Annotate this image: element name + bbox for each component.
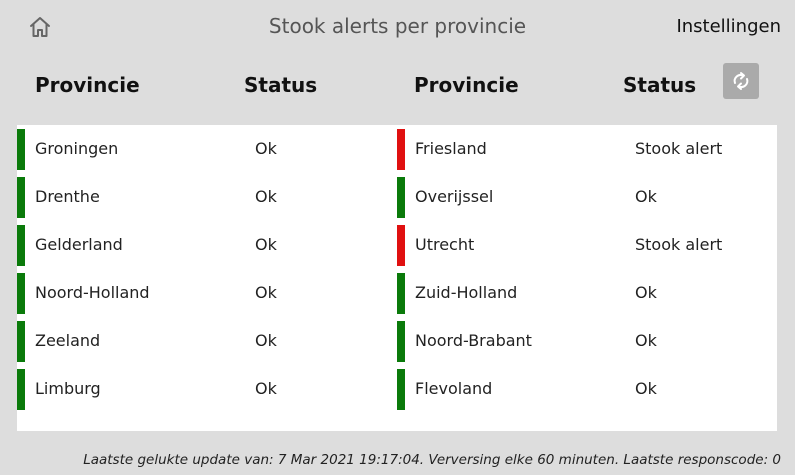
status-indicator <box>17 129 25 170</box>
status-indicator <box>17 369 25 410</box>
status-indicator <box>17 225 25 266</box>
province-status: Ok <box>255 235 277 254</box>
update-status-text: Laatste gelukte update van: 7 Mar 2021 1… <box>83 452 781 468</box>
province-name: Utrecht <box>415 235 475 254</box>
province-status: Ok <box>635 283 657 302</box>
province-status: Stook alert <box>635 235 723 254</box>
province-row: Limburg Ok <box>17 365 397 411</box>
province-name: Gelderland <box>35 235 123 254</box>
province-row: Overijssel Ok <box>397 173 777 219</box>
province-name: Noord-Holland <box>35 283 150 302</box>
province-name: Noord-Brabant <box>415 331 532 350</box>
province-name: Overijssel <box>415 187 494 206</box>
status-indicator <box>397 369 405 410</box>
column-header-province-left: Provincie <box>35 73 140 97</box>
status-indicator <box>397 177 405 218</box>
province-row: Noord-Holland Ok <box>17 269 397 315</box>
province-status: Ok <box>635 379 657 398</box>
status-indicator <box>397 129 405 170</box>
province-status: Ok <box>255 379 277 398</box>
column-header-status-left: Status <box>244 73 318 97</box>
province-name: Flevoland <box>415 379 493 398</box>
refresh-icon <box>733 72 749 90</box>
province-status: Ok <box>255 283 277 302</box>
province-status: Ok <box>635 331 657 350</box>
province-status: Ok <box>255 139 277 158</box>
province-row: Utrecht Stook alert <box>397 221 777 267</box>
column-header-status-right: Status <box>623 73 697 97</box>
province-list-left: Groningen Ok Drenthe Ok Gelderland Ok No… <box>17 125 397 413</box>
province-name: Limburg <box>35 379 101 398</box>
status-indicator <box>17 177 25 218</box>
province-row: Groningen Ok <box>17 125 397 171</box>
province-status: Ok <box>635 187 657 206</box>
province-name: Drenthe <box>35 187 100 206</box>
province-name: Groningen <box>35 139 119 158</box>
province-status: Ok <box>255 331 277 350</box>
province-list-right: Friesland Stook alert Overijssel Ok Utre… <box>397 125 777 413</box>
status-indicator <box>17 273 25 314</box>
status-indicator <box>397 321 405 362</box>
status-indicator <box>17 321 25 362</box>
settings-link[interactable]: Instellingen <box>676 16 781 37</box>
province-status: Stook alert <box>635 139 723 158</box>
province-row: Drenthe Ok <box>17 173 397 219</box>
status-indicator <box>397 225 405 266</box>
province-name: Zeeland <box>35 331 101 350</box>
province-row: Noord-Brabant Ok <box>397 317 777 363</box>
province-row: Zuid-Holland Ok <box>397 269 777 315</box>
province-name: Zuid-Holland <box>415 283 518 302</box>
province-row: Gelderland Ok <box>17 221 397 267</box>
province-row: Zeeland Ok <box>17 317 397 363</box>
provinces-panel: Groningen Ok Drenthe Ok Gelderland Ok No… <box>17 125 777 431</box>
column-header-province-right: Provincie <box>414 73 519 97</box>
status-indicator <box>397 273 405 314</box>
province-status: Ok <box>255 187 277 206</box>
province-row: Friesland Stook alert <box>397 125 777 171</box>
refresh-button[interactable] <box>723 63 759 99</box>
province-row: Flevoland Ok <box>397 365 777 411</box>
province-name: Friesland <box>415 139 487 158</box>
